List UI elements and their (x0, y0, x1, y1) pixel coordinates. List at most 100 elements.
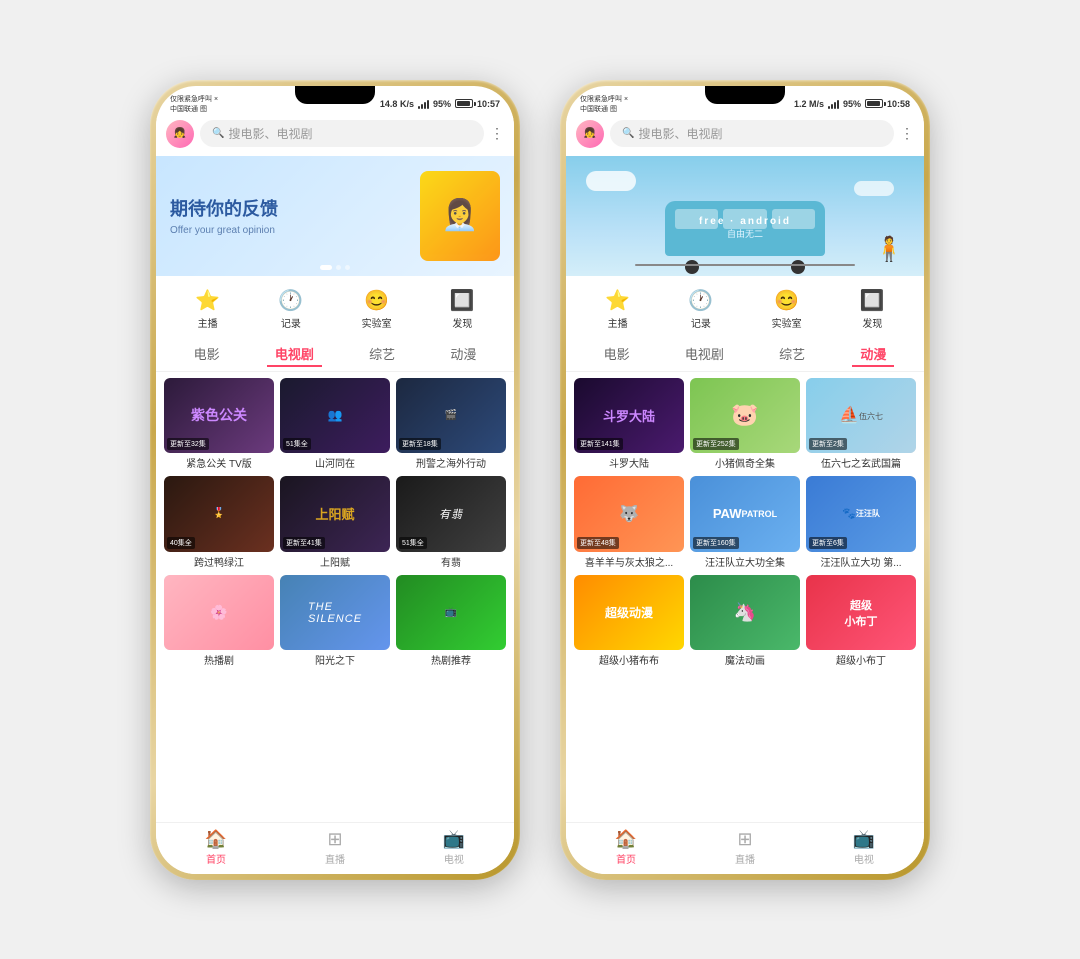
grid-item-a7[interactable]: 超级动漫 超级小猪布布 (574, 575, 684, 668)
grid-item-a8[interactable]: 🦄 魔法动画 (690, 575, 800, 668)
grid-item-a9[interactable]: 超级小布丁 超级小布丁 (806, 575, 916, 668)
thumb-3: 🎬 更新至18集 (396, 378, 506, 454)
thumb-a8: 🦄 (690, 575, 800, 651)
thumb-a1: 斗罗大陆 更新至141集 (574, 378, 684, 454)
grid-item-1[interactable]: 紫色公关 更新至32集 紧急公关 TV版 (164, 378, 274, 471)
battery-pct-1: 95% (433, 99, 451, 109)
banner-android-2: free · android 自由无二 (566, 156, 924, 276)
avatar-2[interactable]: 👧 (576, 120, 604, 148)
tab-dongman-1[interactable]: 动漫 (442, 342, 484, 367)
tab-dongman-2[interactable]: 动漫 (852, 342, 894, 367)
grid-item-a1[interactable]: 斗罗大陆 更新至141集 斗罗大陆 (574, 378, 684, 471)
avatar-1[interactable]: 👧 (166, 120, 194, 148)
grid-row-1-1: 紫色公关 更新至32集 紧急公关 TV版 👥 51集全 (164, 378, 506, 471)
grid-item-a6[interactable]: 🐾汪汪队 更新至6集 汪汪队立大功 第... (806, 476, 916, 569)
bottom-nav-2: 🏠 首页 ⊞ 直播 📺 电视 (566, 822, 924, 874)
notch-2 (705, 86, 785, 104)
bottom-tv-2[interactable]: 📺 电视 (853, 829, 875, 866)
grid-item-3[interactable]: 🎬 更新至18集 刑警之海外行动 (396, 378, 506, 471)
thumb-a4: 🐺 更新至48集 (574, 476, 684, 552)
title-2: 山河同在 (280, 455, 390, 470)
carrier-name-1: 中国联通 图 (170, 104, 218, 114)
phone-2-screen: 仅限紧急呼叫 × 中国联通 图 1.2 M/s 95% 10:58 (566, 86, 924, 874)
nav-zhubo-1[interactable]: ⭐ 主播 (195, 288, 220, 330)
banner-1[interactable]: 期待你的反馈 Offer your great opinion 👩‍💼 (156, 156, 514, 276)
title-a9: 超级小布丁 (806, 652, 916, 667)
banner-2[interactable]: free · android 自由无二 (566, 156, 924, 276)
search-box-2[interactable]: 🔍 搜电影、电视剧 (610, 120, 894, 147)
grid-item-a3[interactable]: ⛵ 伍六七 更新至2集 伍六七之玄武国篇 (806, 378, 916, 471)
thumb-img-a8: 🦄 (690, 575, 800, 651)
live-icon-2: ⊞ (737, 829, 752, 850)
nav-jilu-label-2: 记录 (691, 315, 711, 330)
badge-a4: 更新至48集 (577, 537, 619, 549)
battery-icon-1 (455, 99, 473, 108)
grid-item-5[interactable]: 上阳赋 更新至41集 上阳赋 (280, 476, 390, 569)
thumb-a9: 超级小布丁 (806, 575, 916, 651)
thumb-a5: PAWPATROL 更新至160集 (690, 476, 800, 552)
title-6: 有翡 (396, 554, 506, 569)
notch-1 (295, 86, 375, 104)
grid-item-9[interactable]: 📺 热剧推荐 (396, 575, 506, 668)
nav-jilu-1[interactable]: 🕐 记录 (278, 288, 303, 330)
tab-zongyi-2[interactable]: 综艺 (771, 342, 813, 367)
nav-jilu-2[interactable]: 🕐 记录 (688, 288, 713, 330)
nav-zhubo-label-1: 主播 (198, 315, 218, 330)
search-box-1[interactable]: 🔍 搜电影、电视剧 (200, 120, 484, 147)
battery-pct-2: 95% (843, 99, 861, 109)
tab-zongyi-1[interactable]: 综艺 (361, 342, 403, 367)
nav-shiyanshi-1[interactable]: 😊 实验室 (362, 288, 392, 330)
phone-2: 仅限紧急呼叫 × 中国联通 图 1.2 M/s 95% 10:58 (560, 80, 930, 880)
nav-faxian-2[interactable]: 🔲 发现 (860, 288, 885, 330)
tv-icon-2: 📺 (853, 829, 875, 850)
nav-faxian-label-1: 发现 (452, 315, 472, 330)
content-tabs-2: 电影 电视剧 综艺 动漫 (566, 338, 924, 372)
carrier-emergency-1: 仅限紧急呼叫 × (170, 94, 218, 104)
settings-icon-2[interactable]: ⋮ (900, 125, 914, 142)
grid-item-a2[interactable]: 🐷 更新至252集 小猪佩奇全集 (690, 378, 800, 471)
grid-item-a5[interactable]: PAWPATROL 更新至160集 汪汪队立大功全集 (690, 476, 800, 569)
tv-icon-1: 📺 (443, 829, 465, 850)
grid-item-8[interactable]: THESILENCE 阳光之下 (280, 575, 390, 668)
search-icon-2: 🔍 (622, 128, 634, 139)
thumb-5: 上阳赋 更新至41集 (280, 476, 390, 552)
nav-zhubo-label-2: 主播 (608, 315, 628, 330)
grid-item-4[interactable]: 🎖️ 40集全 跨过鸭绿江 (164, 476, 274, 569)
settings-icon-1[interactable]: ⋮ (490, 125, 504, 142)
nav-faxian-1[interactable]: 🔲 发现 (450, 288, 475, 330)
grid-item-7[interactable]: 🌸 热播剧 (164, 575, 274, 668)
nav-faxian-label-2: 发现 (862, 315, 882, 330)
tv-label-1: 电视 (444, 851, 464, 866)
bus-window-3 (772, 209, 815, 229)
bottom-home-2[interactable]: 🏠 首页 (615, 829, 637, 866)
bus-window-2 (723, 209, 766, 229)
home-label-2: 首页 (616, 851, 636, 866)
title-8: 阳光之下 (280, 652, 390, 667)
bottom-tv-1[interactable]: 📺 电视 (443, 829, 465, 866)
grid-item-2[interactable]: 👥 51集全 山河同在 (280, 378, 390, 471)
quick-nav-1: ⭐ 主播 🕐 记录 😊 实验室 🔲 发现 (156, 280, 514, 338)
content-tabs-1: 电影 电视剧 综艺 动漫 (156, 338, 514, 372)
bar3-2 (834, 102, 836, 109)
thumb-a7: 超级动漫 (574, 575, 684, 651)
nav-shiyanshi-2[interactable]: 😊 实验室 (772, 288, 802, 330)
tab-dianshiju-1[interactable]: 电视剧 (267, 342, 322, 367)
battery-fill-2 (867, 101, 880, 106)
tab-dianying-2[interactable]: 电影 (596, 342, 638, 367)
nav-zhubo-2[interactable]: ⭐ 主播 (605, 288, 630, 330)
title-a2: 小猪佩奇全集 (690, 455, 800, 470)
tab-dianshiju-2[interactable]: 电视剧 (677, 342, 732, 367)
banner-text-1: 期待你的反馈 Offer your great opinion (170, 195, 420, 236)
grid-item-a4[interactable]: 🐺 更新至48集 喜羊羊与灰太狼之... (574, 476, 684, 569)
tab-dianying-1[interactable]: 电影 (186, 342, 228, 367)
battery-icon-2 (865, 99, 883, 108)
bar4-2 (837, 100, 839, 109)
bus-window-1 (675, 209, 718, 229)
home-icon-1: 🏠 (205, 829, 227, 850)
grid-item-6[interactable]: 有翡 51集全 有翡 (396, 476, 506, 569)
home-label-1: 首页 (206, 851, 226, 866)
live-icon-1: ⊞ (327, 829, 342, 850)
bottom-home-1[interactable]: 🏠 首页 (205, 829, 227, 866)
bottom-live-2[interactable]: ⊞ 直播 (735, 829, 755, 866)
bottom-live-1[interactable]: ⊞ 直播 (325, 829, 345, 866)
